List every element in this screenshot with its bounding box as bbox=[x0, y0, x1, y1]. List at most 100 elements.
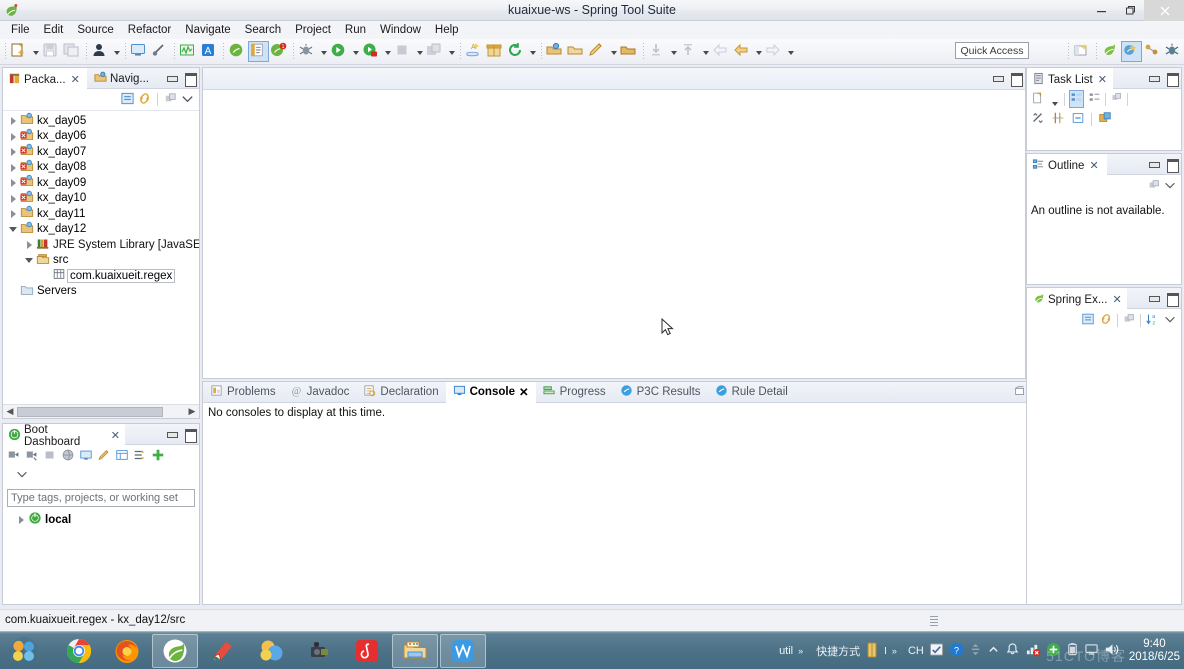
maximize-icon[interactable] bbox=[1010, 72, 1023, 87]
collapse-all-icon[interactable] bbox=[1081, 312, 1095, 329]
new-wizard-dropdown[interactable] bbox=[30, 41, 41, 62]
tree-item-local[interactable]: local bbox=[3, 512, 199, 528]
minimize-icon[interactable] bbox=[992, 72, 1004, 84]
tray-overflow-1[interactable]: » bbox=[798, 646, 803, 656]
tree-item-kx_day06[interactable]: kx_day06 bbox=[3, 128, 199, 145]
java-ee-perspective-icon[interactable] bbox=[1121, 41, 1142, 62]
minimize-icon[interactable] bbox=[1148, 158, 1160, 170]
tree-item-servers[interactable]: Servers bbox=[3, 284, 199, 300]
coverage-dropdown[interactable] bbox=[382, 41, 393, 62]
taskbar-camera[interactable] bbox=[296, 634, 342, 668]
close-button[interactable] bbox=[1144, 0, 1184, 21]
taskbar-wps[interactable] bbox=[440, 634, 486, 668]
link-with-editor-icon[interactable] bbox=[137, 91, 152, 109]
tab-progress[interactable]: Progress bbox=[536, 382, 613, 403]
view-menu-icon[interactable] bbox=[1163, 178, 1177, 195]
tray-label-shortcut[interactable]: 快捷方式 bbox=[816, 643, 860, 659]
tree-item-kx_day05[interactable]: kx_day05 bbox=[3, 113, 199, 129]
maximize-icon[interactable] bbox=[184, 72, 197, 87]
edit-config-icon[interactable] bbox=[97, 448, 111, 465]
new-java-class-icon[interactable]: A bbox=[464, 41, 485, 62]
tab-declaration[interactable]: Declaration bbox=[356, 382, 445, 403]
horizontal-scrollbar[interactable]: ◀ ▶ bbox=[3, 404, 199, 418]
stop-dropdown[interactable] bbox=[414, 41, 425, 62]
git-icon[interactable] bbox=[506, 41, 527, 62]
minimize-icon[interactable] bbox=[166, 428, 178, 440]
collapse-twisty[interactable] bbox=[9, 225, 18, 234]
tab-task-list[interactable]: Task List ✕ bbox=[1027, 68, 1113, 89]
taskbar-clock[interactable]: 9:40 2018/6/25 bbox=[1129, 638, 1180, 664]
close-icon[interactable]: ✕ bbox=[1089, 159, 1098, 172]
ime-language-indicator[interactable]: CH bbox=[908, 645, 924, 657]
link-with-editor-icon[interactable] bbox=[1099, 312, 1113, 329]
new-task-dropdown[interactable] bbox=[1049, 92, 1060, 106]
new-task-icon[interactable] bbox=[1031, 91, 1045, 108]
expand-twisty[interactable] bbox=[25, 240, 34, 250]
debug-perspective-icon[interactable] bbox=[1163, 41, 1184, 62]
new-package-icon[interactable] bbox=[485, 41, 506, 62]
quick-fix-dropdown[interactable] bbox=[608, 41, 619, 62]
print-icon[interactable] bbox=[90, 41, 111, 62]
external-tools-icon[interactable] bbox=[425, 41, 446, 62]
collapse-all-icon[interactable] bbox=[1051, 111, 1065, 128]
menu-window[interactable]: Window bbox=[373, 21, 428, 39]
git-dropdown[interactable] bbox=[527, 41, 538, 62]
restore-icon[interactable] bbox=[1071, 111, 1085, 128]
minimize-icon[interactable] bbox=[1148, 292, 1160, 304]
spring-run-icon[interactable]: 1 bbox=[269, 41, 290, 62]
taskbar-notes[interactable] bbox=[200, 634, 246, 668]
menu-file[interactable]: File bbox=[4, 21, 37, 39]
tree-item-src[interactable]: src bbox=[3, 253, 199, 269]
open-console-icon[interactable] bbox=[79, 448, 93, 465]
scroll-right-arrow[interactable]: ▶ bbox=[185, 406, 199, 417]
collapse-twisty[interactable] bbox=[25, 256, 34, 265]
tree-item-com-kuaixueit-regex[interactable]: com.kuaixueit.regex bbox=[3, 268, 199, 284]
minimize-button[interactable] bbox=[1086, 0, 1115, 21]
view-menu-icon[interactable] bbox=[1163, 312, 1177, 329]
run-dropdown[interactable] bbox=[350, 41, 361, 62]
menu-run[interactable]: Run bbox=[338, 21, 373, 39]
tree-item-kx_day12[interactable]: kx_day12 bbox=[3, 221, 199, 238]
maximize-icon[interactable] bbox=[1166, 158, 1179, 173]
ime-pad-icon[interactable] bbox=[929, 642, 944, 660]
tab-boot-dashboard[interactable]: Boot Dashboard ✕ bbox=[3, 424, 125, 448]
tab-spring-explorer[interactable]: Spring Ex... ✕ bbox=[1027, 288, 1127, 309]
scrollbar-thumb[interactable] bbox=[17, 406, 163, 417]
tab-console[interactable]: Console ✕ bbox=[445, 381, 536, 403]
minimize-icon[interactable] bbox=[1148, 72, 1160, 84]
focus-on-active-task-icon[interactable] bbox=[1147, 178, 1161, 195]
tree-item-kx_day10[interactable]: kx_day10 bbox=[3, 190, 199, 207]
quick-access-input[interactable]: Quick Access bbox=[955, 42, 1029, 59]
taskbar-firefox[interactable] bbox=[104, 634, 150, 668]
taskbar-netease[interactable] bbox=[344, 634, 390, 668]
save-icon[interactable] bbox=[41, 41, 62, 62]
tab-rule-detail[interactable]: Rule Detail bbox=[708, 382, 795, 403]
collapse-all-icon[interactable] bbox=[120, 91, 135, 109]
focus-on-workweek-icon[interactable] bbox=[1110, 91, 1123, 107]
java-perspective-icon[interactable] bbox=[1142, 41, 1163, 62]
maximize-icon[interactable] bbox=[184, 428, 197, 443]
view-menu-icon[interactable] bbox=[15, 470, 29, 484]
windows-start-icon[interactable] bbox=[4, 635, 46, 667]
forward-history-icon[interactable] bbox=[732, 41, 753, 62]
open-resource-icon[interactable] bbox=[566, 41, 587, 62]
open-console-icon[interactable] bbox=[129, 41, 150, 62]
synchronize-changed-icon[interactable] bbox=[1031, 111, 1045, 128]
menu-edit[interactable]: Edit bbox=[37, 21, 71, 39]
tab-problems[interactable]: Problems bbox=[203, 382, 283, 403]
run-icon[interactable] bbox=[329, 41, 350, 62]
close-icon[interactable]: ✕ bbox=[1098, 73, 1107, 86]
close-icon[interactable]: ✕ bbox=[111, 429, 120, 442]
expand-twisty[interactable] bbox=[9, 209, 18, 219]
categorized-presentation-icon[interactable] bbox=[1069, 90, 1084, 108]
tab-navigator[interactable]: Navig... bbox=[89, 68, 159, 89]
tab-package-explorer[interactable]: Packa... ✕ bbox=[3, 68, 87, 89]
next-annotation-dropdown[interactable] bbox=[668, 41, 679, 62]
open-folder-icon[interactable] bbox=[619, 41, 640, 62]
tab-outline[interactable]: Outline ✕ bbox=[1027, 154, 1107, 175]
boot-dashboard-filter-input[interactable]: Type tags, projects, or working set bbox=[7, 489, 195, 507]
expand-twisty[interactable] bbox=[9, 194, 18, 203]
save-all-icon[interactable] bbox=[62, 41, 83, 62]
menu-source[interactable]: Source bbox=[70, 21, 120, 39]
open-properties-icon[interactable] bbox=[115, 448, 129, 465]
